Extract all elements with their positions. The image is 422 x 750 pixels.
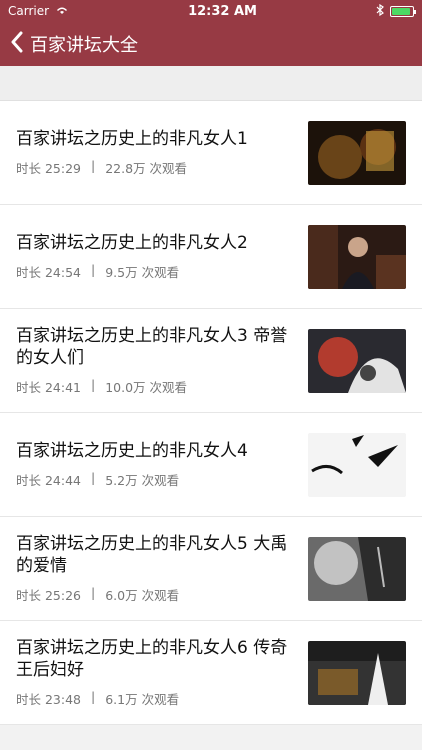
video-duration: 时长 23:48	[16, 692, 81, 707]
bluetooth-icon	[376, 3, 384, 19]
video-thumbnail[interactable]	[308, 536, 406, 601]
video-title: 百家讲坛之历史上的非凡女人4	[16, 441, 248, 461]
status-bar: Carrier 12:32 AM	[0, 0, 422, 22]
video-item-6[interactable]: 百家讲坛之历史上的非凡女人6 传奇王后妇好 时长 23:48 | 6.1万 次观…	[0, 621, 422, 725]
wifi-icon	[55, 4, 69, 18]
video-views: 10.0万 次观看	[105, 380, 188, 395]
video-duration: 时长 25:29	[16, 161, 81, 176]
nav-title: 百家讲坛大全	[30, 35, 138, 56]
video-title: 百家讲坛之历史上的非凡女人6 传奇王后妇好	[16, 638, 288, 680]
video-item-5[interactable]: 百家讲坛之历史上的非凡女人5 大禹的爱情 时长 25:26 | 6.0万 次观看	[0, 517, 422, 621]
video-duration: 时长 24:54	[16, 265, 81, 280]
video-item-4[interactable]: 百家讲坛之历史上的非凡女人4 时长 24:44 | 5.2万 次观看	[0, 413, 422, 517]
video-duration: 时长 25:26	[16, 588, 81, 603]
video-thumbnail[interactable]	[308, 224, 406, 289]
video-item-2[interactable]: 百家讲坛之历史上的非凡女人2 时长 24:54 | 9.5万 次观看	[0, 205, 422, 309]
video-title: 百家讲坛之历史上的非凡女人3 帝誉的女人们	[16, 326, 288, 368]
carrier-label: Carrier	[8, 4, 50, 18]
video-views: 9.5万 次观看	[105, 265, 180, 280]
navigation-bar: 百家讲坛大全	[0, 22, 422, 66]
video-thumbnail[interactable]	[308, 328, 406, 393]
back-button[interactable]: 百家讲坛大全	[10, 31, 138, 57]
video-duration: 时长 24:41	[16, 380, 81, 395]
video-title: 百家讲坛之历史上的非凡女人5 大禹的爱情	[16, 534, 288, 576]
video-views: 6.1万 次观看	[105, 692, 180, 707]
meta-separator: |	[91, 262, 96, 277]
video-thumbnail[interactable]	[308, 120, 406, 185]
video-thumbnail[interactable]	[308, 432, 406, 497]
header-spacer	[0, 66, 422, 101]
meta-separator: |	[91, 158, 96, 173]
status-time: 12:32 AM	[188, 3, 257, 19]
video-title: 百家讲坛之历史上的非凡女人1	[16, 129, 248, 149]
meta-separator: |	[91, 689, 96, 704]
meta-separator: |	[91, 585, 96, 600]
video-title: 百家讲坛之历史上的非凡女人2	[16, 233, 248, 253]
video-item-3[interactable]: 百家讲坛之历史上的非凡女人3 帝誉的女人们 时长 24:41 | 10.0万 次…	[0, 309, 422, 413]
battery-icon	[389, 5, 416, 17]
video-duration: 时长 24:44	[16, 473, 81, 488]
meta-separator: |	[91, 377, 96, 392]
video-list: 百家讲坛之历史上的非凡女人1 时长 25:29 | 22.8万 次观看 百家讲坛…	[0, 101, 422, 725]
video-views: 5.2万 次观看	[105, 473, 180, 488]
meta-separator: |	[91, 470, 96, 485]
chevron-left-icon	[10, 31, 24, 57]
video-thumbnail[interactable]	[308, 640, 406, 705]
video-item-1[interactable]: 百家讲坛之历史上的非凡女人1 时长 25:29 | 22.8万 次观看	[0, 101, 422, 205]
video-views: 6.0万 次观看	[105, 588, 180, 603]
video-views: 22.8万 次观看	[105, 161, 188, 176]
